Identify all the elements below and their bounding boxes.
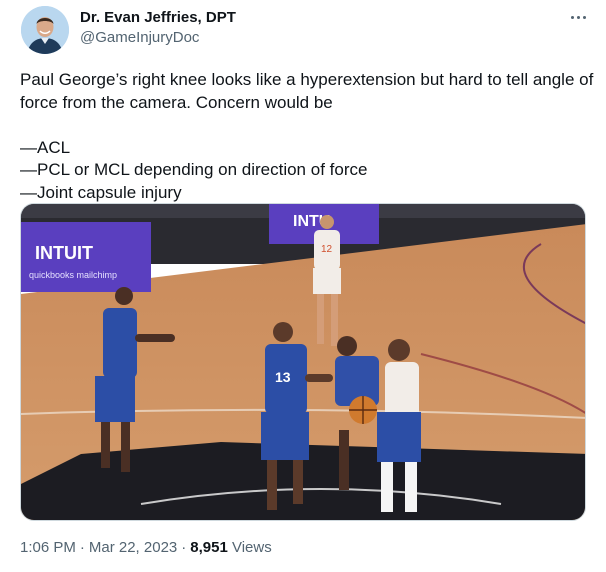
svg-text:12: 12 (321, 244, 333, 255)
tweet-time[interactable]: 1:06 PM (20, 539, 76, 556)
tweet-card: Dr. Evan Jeffries, DPT @GameInjuryDoc Pa… (0, 0, 606, 572)
tweet-date[interactable]: Mar 22, 2023 (89, 539, 177, 556)
basketball-game-image: INTUIT quickbooks mailchimp INTU 12 13 (21, 204, 585, 520)
views-label: Views (231, 539, 272, 556)
sub-sponsor-text: quickbooks mailchimp (29, 270, 117, 280)
author-handle[interactable]: @GameInjuryDoc (80, 29, 236, 47)
author-block: Dr. Evan Jeffries, DPT @GameInjuryDoc (80, 9, 236, 47)
sponsor-sign-text: INTUIT (35, 243, 93, 263)
svg-text:13: 13 (275, 369, 291, 385)
avatar[interactable] (21, 6, 69, 54)
views-count: 8,951 (190, 539, 228, 556)
more-options-icon[interactable] (566, 8, 590, 26)
tweet-metadata: 1:06 PM · Mar 22, 2023 · 8,951 Views (20, 539, 272, 556)
tweet-text: Paul George’s right knee looks like a hy… (20, 70, 594, 202)
author-display-name[interactable]: Dr. Evan Jeffries, DPT (80, 9, 236, 27)
tweet-media-photo[interactable]: INTUIT quickbooks mailchimp INTU 12 13 (20, 203, 586, 521)
